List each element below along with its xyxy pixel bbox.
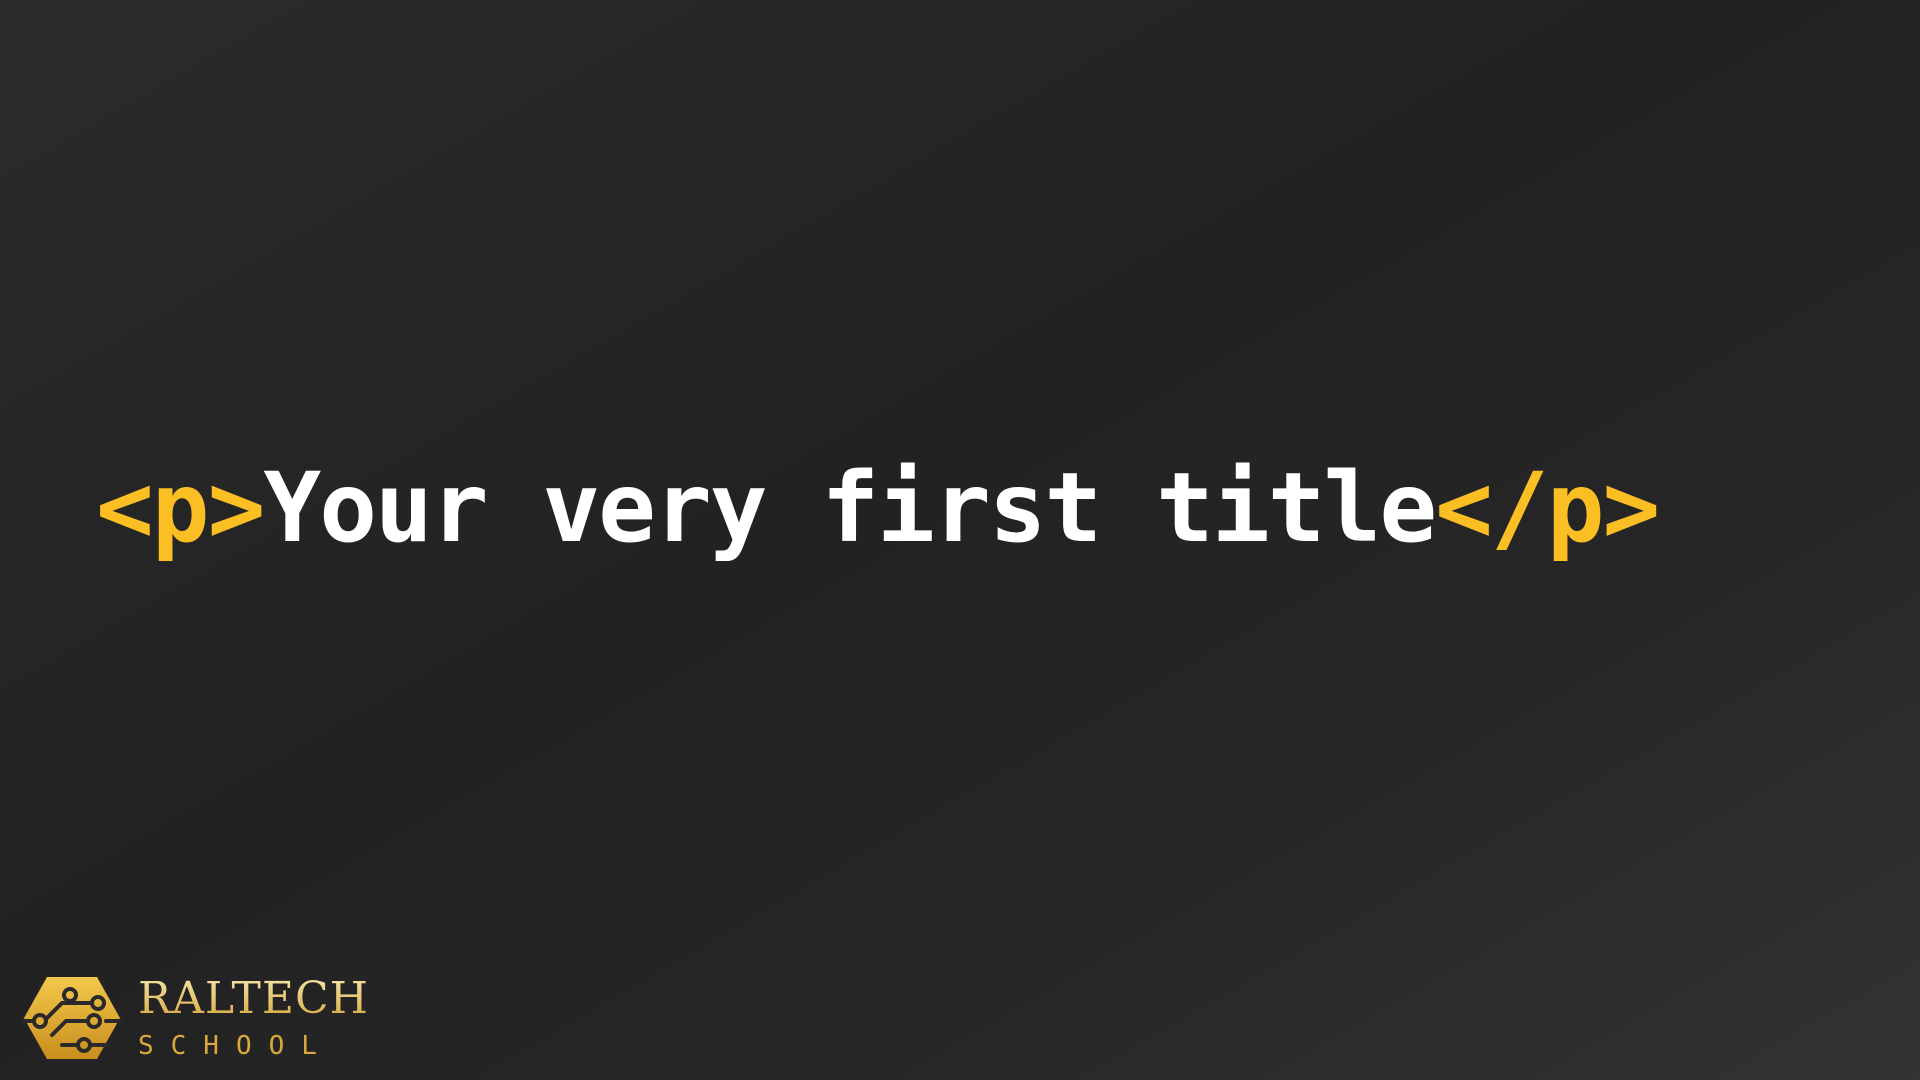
logo-wordmark: RALTECH SCHOOL <box>138 973 370 1061</box>
circuit-hexagon-icon <box>22 977 122 1059</box>
title-text: Your very first title <box>263 452 1437 564</box>
close-tag: </p> <box>1435 452 1660 564</box>
slide: <p> Your very first title </p> RALTECH S… <box>0 0 1920 1080</box>
logo-name: RALTECH <box>138 973 370 1024</box>
raltech-logo: RALTECH SCHOOL <box>22 972 402 1064</box>
logo-subtitle: SCHOOL <box>138 1031 334 1061</box>
code-title: <p> Your very first title </p> <box>96 448 1660 568</box>
open-tag: <p> <box>96 452 265 564</box>
